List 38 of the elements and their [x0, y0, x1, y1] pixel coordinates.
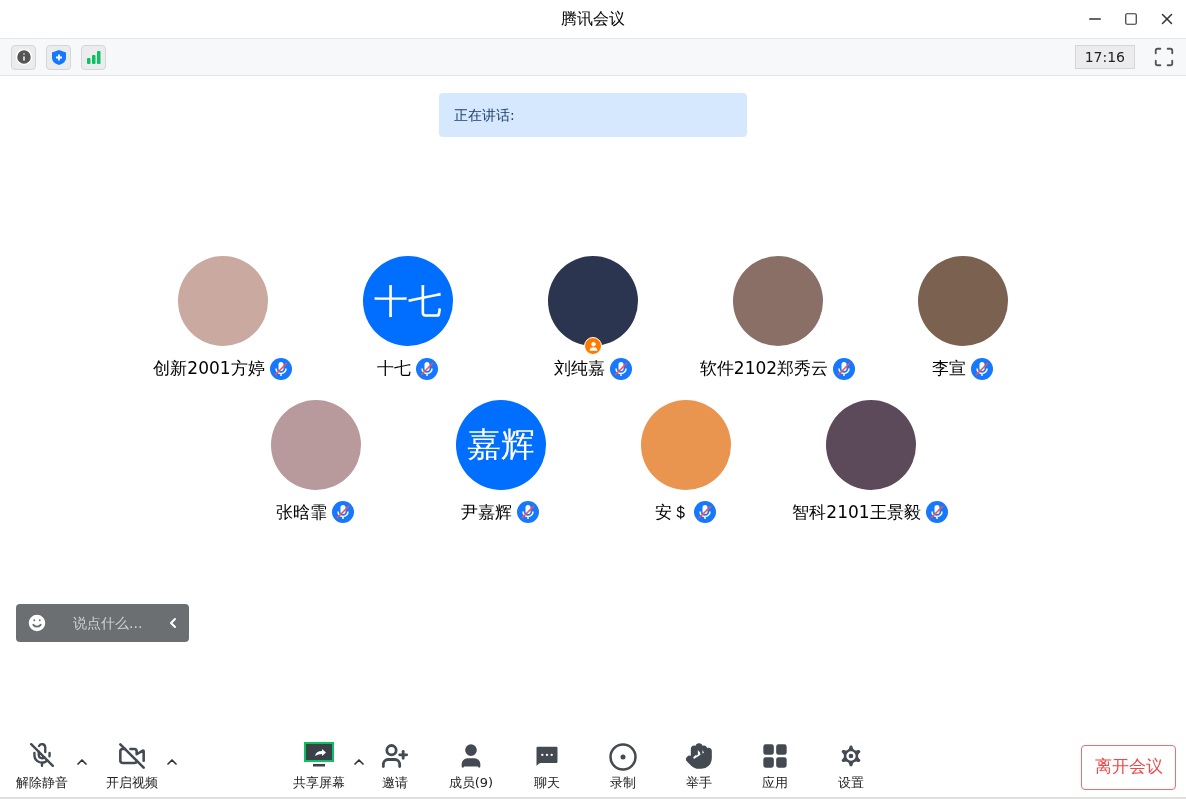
participant-name: 李宣: [932, 357, 966, 380]
chat-input-bar[interactable]: 说点什么...: [16, 604, 189, 642]
video-off-icon: [118, 742, 146, 770]
maximize-icon[interactable]: [1124, 10, 1138, 28]
participant-name: 张晗霏: [276, 500, 327, 524]
toolbar-button[interactable]: 举手: [661, 742, 737, 792]
window-title: 腾讯会议: [561, 8, 625, 30]
speaking-label: 正在讲话:: [454, 105, 515, 125]
info-icon[interactable]: [11, 44, 36, 70]
toolbar-button[interactable]: 成员(9): [433, 742, 509, 792]
meeting-timer: 17:16: [1074, 45, 1135, 69]
initials-avatar: 嘉辉: [455, 399, 546, 490]
muted-mic-icon: [29, 742, 55, 768]
share-screen-icon: [303, 742, 335, 768]
toolbar-button[interactable]: 设置: [813, 742, 889, 792]
participant-name: 安＄: [654, 500, 689, 524]
participant-name: 十七: [377, 357, 411, 380]
fullscreen-icon[interactable]: [1153, 46, 1175, 68]
chat-input-field[interactable]: 说点什么...: [73, 612, 155, 634]
apps-icon: [761, 742, 789, 770]
leave-meeting-button[interactable]: 离开会议: [1081, 744, 1176, 790]
initials-avatar: 十七: [363, 256, 453, 346]
add-user-icon: [381, 742, 409, 770]
security-shield-icon[interactable]: [46, 44, 71, 70]
toolbar-button[interactable]: 录制: [585, 742, 661, 792]
toolbar-button[interactable]: 共享屏幕: [281, 742, 357, 792]
toolbar-button[interactable]: 开启视频: [94, 742, 170, 792]
participant-name: 软件2102郑秀云: [699, 357, 829, 380]
toolbar-button[interactable]: 解除静音: [4, 742, 80, 792]
toolbar-button[interactable]: 聊天: [509, 742, 585, 792]
participant-name: 尹嘉辉: [461, 500, 512, 524]
hand-icon: [685, 742, 713, 770]
participant-name: 创新2001方婷: [153, 357, 265, 380]
participant-name: 智科2101王景毅: [792, 500, 921, 524]
toolbar-button[interactable]: 邀请: [357, 742, 433, 792]
participant-name: 刘纯嘉: [553, 357, 605, 380]
record-icon: [608, 742, 638, 772]
toolbar-button[interactable]: 应用: [737, 742, 813, 792]
